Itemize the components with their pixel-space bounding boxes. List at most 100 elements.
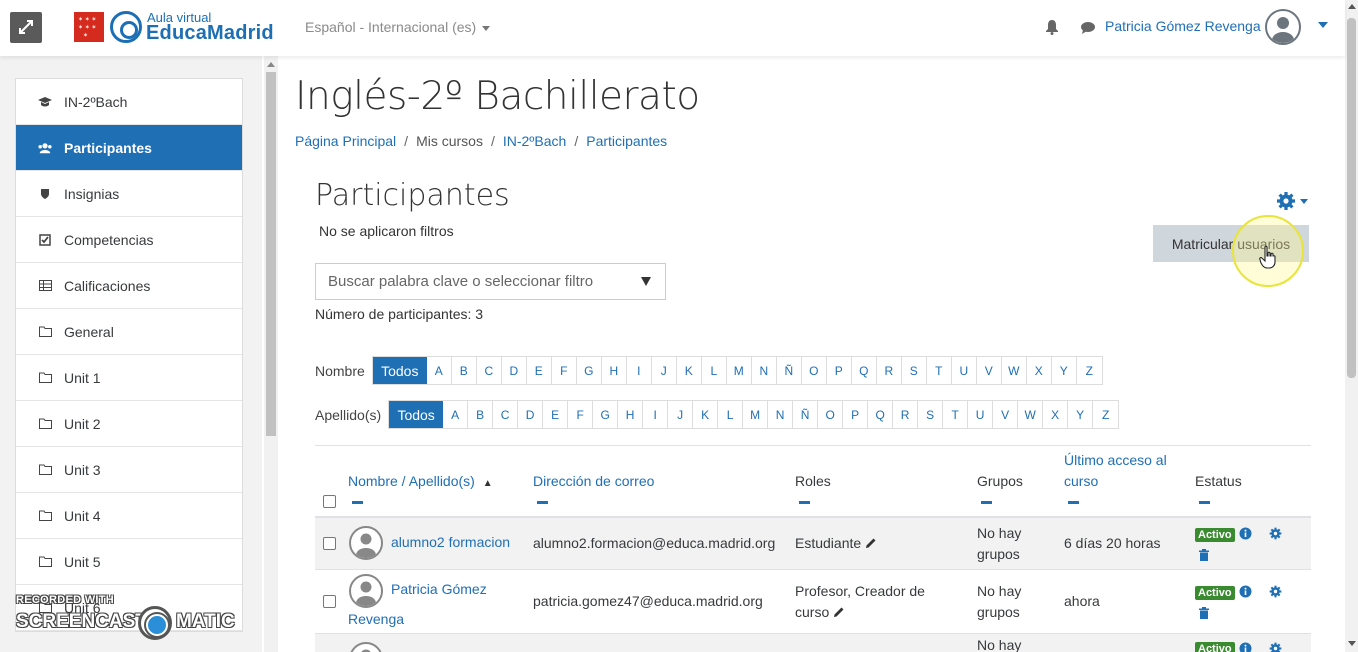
lastname-initial-9[interactable]: J — [668, 401, 694, 428]
participant-name-link-line2[interactable]: Revenga — [348, 609, 404, 630]
firstname-initial-18[interactable]: R — [877, 357, 902, 384]
firstname-initial-6[interactable]: G — [577, 357, 602, 384]
lastname-initial-10[interactable]: K — [693, 401, 719, 428]
firstname-initial-19[interactable]: S — [902, 357, 927, 384]
row-checkbox[interactable] — [323, 537, 336, 550]
firstname-initial-13[interactable]: N — [752, 357, 777, 384]
sidebar-item-unit-5[interactable]: Unit 5 — [16, 539, 242, 585]
info-icon[interactable] — [1239, 642, 1252, 652]
lastname-initial-11[interactable]: L — [718, 401, 744, 428]
lastname-initial-22[interactable]: V — [993, 401, 1019, 428]
lastname-initial-17[interactable]: Q — [868, 401, 894, 428]
scroll-down-arrow-icon[interactable] — [1348, 641, 1356, 646]
drawer-scrollbar-thumb[interactable] — [266, 72, 276, 436]
firstname-initial-20[interactable]: T — [927, 357, 952, 384]
firstname-initial-21[interactable]: U — [952, 357, 977, 384]
breadcrumb-home[interactable]: Página Principal — [295, 133, 396, 149]
column-header-email[interactable]: Dirección de correo — [533, 471, 654, 492]
breadcrumb-participants[interactable]: Participantes — [586, 133, 667, 149]
sidebar-item-competencies[interactable]: Competencias — [16, 217, 242, 263]
firstname-initial-24[interactable]: X — [1027, 357, 1052, 384]
column-header-name[interactable]: Nombre / Apellido(s) ▲ — [348, 471, 493, 494]
user-menu-chevron-icon[interactable] — [1318, 22, 1328, 28]
breadcrumb-course[interactable]: IN-2ºBach — [503, 133, 566, 149]
lastname-initial-23[interactable]: W — [1018, 401, 1044, 428]
expand-icon[interactable] — [10, 12, 42, 43]
participant-name-link[interactable]: alumno2 formacion — [391, 532, 510, 553]
firstname-initial-2[interactable]: C — [477, 357, 502, 384]
firstname-initial-22[interactable]: V — [977, 357, 1002, 384]
firstname-initial-3[interactable]: D — [502, 357, 527, 384]
lastname-initial-13[interactable]: N — [768, 401, 794, 428]
firstname-initial-9[interactable]: J — [652, 357, 677, 384]
page-scrollbar[interactable] — [1345, 0, 1358, 652]
firstname-initial-25[interactable]: Y — [1052, 357, 1077, 384]
lastname-initial-26[interactable]: Z — [1093, 401, 1118, 428]
lastname-initial-8[interactable]: I — [643, 401, 669, 428]
lastname-initial-25[interactable]: Y — [1068, 401, 1094, 428]
firstname-initial-4[interactable]: E — [527, 357, 552, 384]
hide-column-icon[interactable] — [1068, 501, 1079, 504]
lastname-initial-15[interactable]: O — [818, 401, 844, 428]
lastname-initial-6[interactable]: G — [593, 401, 619, 428]
gear-icon[interactable] — [1269, 527, 1282, 543]
messages-icon[interactable] — [1080, 21, 1096, 38]
lastname-initial-24[interactable]: X — [1043, 401, 1069, 428]
firstname-initial-11[interactable]: L — [702, 357, 727, 384]
firstname-initial-10[interactable]: K — [677, 357, 702, 384]
firstname-initial-12[interactable]: M — [727, 357, 752, 384]
firstname-initial-17[interactable]: Q — [852, 357, 877, 384]
scroll-up-arrow-icon[interactable] — [1348, 4, 1356, 9]
firstname-initial-0[interactable]: A — [427, 357, 452, 384]
firstname-initial-23[interactable]: W — [1002, 357, 1027, 384]
trash-icon[interactable] — [1199, 548, 1209, 564]
hide-column-icon[interactable] — [799, 501, 810, 504]
lastname-initial-18[interactable]: R — [893, 401, 919, 428]
sidebar-item-grades[interactable]: Calificaciones — [16, 263, 242, 309]
lastname-initial-14[interactable]: Ñ — [793, 401, 819, 428]
firstname-initial-7[interactable]: H — [602, 357, 627, 384]
lastname-initial-4[interactable]: E — [543, 401, 569, 428]
lastname-initial-12[interactable]: M — [743, 401, 769, 428]
lastname-initial-16[interactable]: P — [843, 401, 869, 428]
pencil-icon[interactable] — [865, 534, 877, 555]
initial-all-button[interactable]: Todos — [372, 357, 427, 384]
filter-search-select[interactable]: Buscar palabra clave o seleccionar filtr… — [315, 263, 666, 300]
gear-icon[interactable] — [1269, 585, 1282, 601]
language-selector[interactable]: Español - Internacional (es) — [305, 19, 491, 35]
participant-name-link[interactable]: Patricia Gómez — [391, 579, 487, 600]
logo-title[interactable]: EducaMadrid — [146, 22, 274, 45]
sidebar-item-participants[interactable]: Participantes — [16, 125, 242, 171]
lastname-initial-19[interactable]: S — [918, 401, 944, 428]
firstname-initial-8[interactable]: I — [627, 357, 652, 384]
column-header-last-access[interactable]: Último acceso al curso — [1064, 450, 1167, 492]
scroll-up-arrow-icon[interactable] — [267, 62, 275, 67]
bell-icon[interactable] — [1045, 19, 1059, 38]
firstname-initial-16[interactable]: P — [827, 357, 852, 384]
hide-column-icon[interactable] — [981, 501, 992, 504]
drawer-scrollbar[interactable] — [264, 56, 278, 652]
avatar[interactable] — [349, 574, 383, 608]
sidebar-item-badges[interactable]: Insignias — [16, 171, 242, 217]
lastname-initial-5[interactable]: F — [568, 401, 594, 428]
hide-column-icon[interactable] — [352, 501, 363, 504]
firstname-initial-1[interactable]: B — [452, 357, 477, 384]
hide-column-icon[interactable] — [1199, 501, 1210, 504]
gear-icon[interactable] — [1269, 642, 1282, 652]
sidebar-item-unit-1[interactable]: Unit 1 — [16, 355, 242, 401]
lastname-initial-1[interactable]: B — [468, 401, 494, 428]
firstname-initial-14[interactable]: Ñ — [777, 357, 802, 384]
lastname-initial-0[interactable]: A — [443, 401, 469, 428]
lastname-initial-2[interactable]: C — [493, 401, 519, 428]
row-checkbox[interactable] — [323, 595, 336, 608]
lastname-initial-3[interactable]: D — [518, 401, 544, 428]
sidebar-item-course[interactable]: IN-2ºBach — [16, 79, 242, 125]
select-all-checkbox[interactable] — [323, 495, 336, 508]
sidebar-item-general[interactable]: General — [16, 309, 242, 355]
lastname-initial-21[interactable]: U — [968, 401, 994, 428]
pencil-icon[interactable] — [833, 603, 845, 624]
sidebar-item-unit-4[interactable]: Unit 4 — [16, 493, 242, 539]
user-avatar[interactable] — [1265, 9, 1301, 45]
lastname-initial-20[interactable]: T — [943, 401, 969, 428]
initial-all-button[interactable]: Todos — [389, 401, 444, 428]
